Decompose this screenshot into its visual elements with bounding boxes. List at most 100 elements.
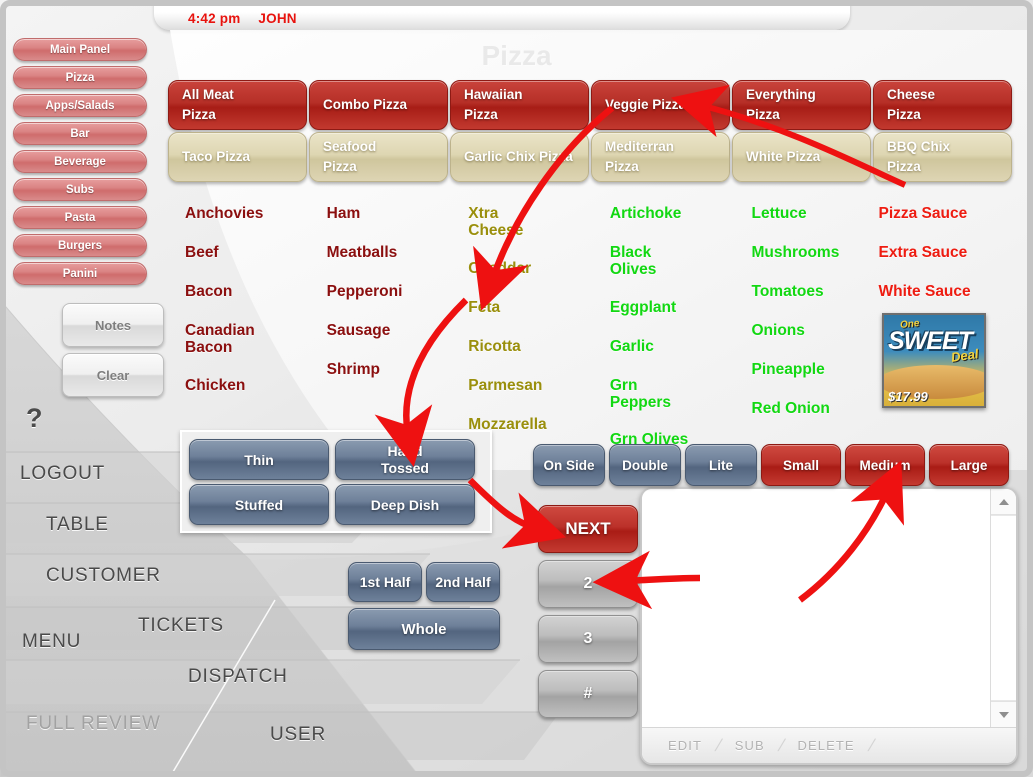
nav-item-full-review[interactable]: FULL REVIEW: [26, 713, 161, 735]
nav-item-dispatch[interactable]: DISPATCH: [188, 666, 288, 688]
order-action-sub[interactable]: SUB: [721, 738, 779, 753]
topping-artichoke[interactable]: Artichoke: [610, 205, 752, 224]
pizza-button-line2: Pizza: [746, 107, 780, 122]
topping-tomatoes[interactable]: Tomatoes: [752, 283, 879, 302]
quantity-button-hash[interactable]: #: [538, 670, 638, 718]
pizza-type-grid: All Meat Pizza Combo Pizza Hawaiian Pizz…: [168, 80, 1012, 184]
pizza-button-line1: Cheese: [887, 87, 936, 103]
crust-button-stuffed[interactable]: Stuffed: [189, 484, 329, 525]
crust-option-panel: Thin Hand Tossed Stuffed Deep Dish: [180, 430, 492, 533]
help-question-icon[interactable]: ?: [26, 403, 43, 434]
sidebar-item-pizza[interactable]: Pizza: [13, 66, 147, 89]
topping-canadian-bacon[interactable]: Canadian Bacon: [185, 322, 275, 357]
topping-ricotta[interactable]: Ricotta: [468, 338, 610, 357]
order-action-edit[interactable]: EDIT: [654, 738, 716, 753]
quantity-button-3[interactable]: 3: [538, 615, 638, 663]
promo-ad-line-deal: Deal: [949, 346, 979, 365]
topping-grn-peppers[interactable]: Grn Peppers: [610, 377, 678, 412]
notes-button[interactable]: Notes: [62, 303, 164, 347]
pizza-button-line1: Seafood: [323, 139, 377, 155]
nav-item-tickets[interactable]: TICKETS: [138, 615, 224, 637]
topping-chicken[interactable]: Chicken: [185, 377, 327, 396]
scrollbar-track[interactable]: [991, 515, 1016, 701]
clear-button[interactable]: Clear: [62, 353, 164, 397]
pizza-button-hawaiian[interactable]: Hawaiian Pizza: [450, 80, 589, 130]
topping-xtra-cheese[interactable]: Xtra Cheese: [468, 205, 538, 240]
scroll-down-icon[interactable]: [991, 701, 1016, 727]
pizza-button-line1: White Pizza: [746, 149, 821, 165]
pizza-button-line2: Pizza: [464, 107, 498, 122]
sidebar-item-panini[interactable]: Panini: [13, 262, 147, 285]
nav-item-customer[interactable]: CUSTOMER: [46, 565, 161, 587]
promo-ad-banner[interactable]: One SWEET Deal $17.99: [882, 313, 986, 408]
sidebar-item-pasta[interactable]: Pasta: [13, 206, 147, 229]
topping-white-sauce[interactable]: White Sauce: [878, 283, 1025, 302]
pizza-button-taco[interactable]: Taco Pizza: [168, 132, 307, 182]
portion-button-1st-half[interactable]: 1st Half: [348, 562, 422, 602]
topping-black-olives[interactable]: Black Olives: [610, 244, 682, 279]
sidebar-item-main-panel[interactable]: Main Panel: [13, 38, 147, 61]
topping-meatballs[interactable]: Meatballs: [327, 244, 469, 263]
sidebar-item-beverage[interactable]: Beverage: [13, 150, 147, 173]
nav-item-user[interactable]: USER: [270, 724, 326, 746]
sidebar-item-bar[interactable]: Bar: [13, 122, 147, 145]
pizza-button-everything[interactable]: Everything Pizza: [732, 80, 871, 130]
portion-button-2nd-half[interactable]: 2nd Half: [426, 562, 500, 602]
topping-ham[interactable]: Ham: [327, 205, 469, 224]
pizza-button-veggie[interactable]: Veggie Pizza: [591, 80, 730, 130]
topping-cheddar[interactable]: Cheddar: [468, 260, 610, 279]
pizza-button-bbq-chix[interactable]: BBQ Chix Pizza: [873, 132, 1012, 182]
topping-mushrooms[interactable]: Mushrooms: [752, 244, 879, 263]
nav-item-logout[interactable]: LOGOUT: [20, 463, 105, 485]
topping-bacon[interactable]: Bacon: [185, 283, 327, 302]
order-item-list[interactable]: [642, 489, 990, 727]
topping-garlic[interactable]: Garlic: [610, 338, 752, 357]
sidebar-item-apps-salads[interactable]: Apps/Salads: [13, 94, 147, 117]
sidebar-item-burgers[interactable]: Burgers: [13, 234, 147, 257]
size-button-medium[interactable]: Medium: [845, 444, 925, 486]
topping-pepperoni[interactable]: Pepperoni: [327, 283, 469, 302]
crust-button-deep-dish[interactable]: Deep Dish: [335, 484, 475, 525]
pizza-button-seafood[interactable]: Seafood Pizza: [309, 132, 448, 182]
crust-button-thin[interactable]: Thin: [189, 439, 329, 480]
crust-button-label: Thin: [244, 451, 274, 468]
promo-ad-price: $17.99: [888, 389, 928, 404]
size-button-small[interactable]: Small: [761, 444, 841, 486]
pizza-button-garlic-chix[interactable]: Garlic Chix Pizza: [450, 132, 589, 182]
topping-lettuce[interactable]: Lettuce: [752, 205, 879, 224]
order-list-scrollbar[interactable]: [990, 489, 1016, 727]
modifier-button-double[interactable]: Double: [609, 444, 681, 486]
size-button-large[interactable]: Large: [929, 444, 1009, 486]
topping-red-onion[interactable]: Red Onion: [752, 400, 879, 419]
order-action-delete[interactable]: DELETE: [784, 738, 869, 753]
quantity-button-2[interactable]: 2: [538, 560, 638, 608]
modifier-button-on-side[interactable]: On Side: [533, 444, 605, 486]
topping-pineapple[interactable]: Pineapple: [752, 361, 879, 380]
topping-eggplant[interactable]: Eggplant: [610, 299, 752, 318]
topping-beef[interactable]: Beef: [185, 244, 327, 263]
modifier-button-lite[interactable]: Lite: [685, 444, 757, 486]
topping-sausage[interactable]: Sausage: [327, 322, 469, 341]
topping-onions[interactable]: Onions: [752, 322, 879, 341]
topping-feta[interactable]: Feta: [468, 299, 610, 318]
crust-button-hand-tossed[interactable]: Hand Tossed: [335, 439, 475, 480]
topping-parmesan[interactable]: Parmesan: [468, 377, 610, 396]
pizza-button-combo[interactable]: Combo Pizza: [309, 80, 448, 130]
nav-item-menu[interactable]: MENU: [22, 631, 81, 653]
topping-anchovies[interactable]: Anchovies: [185, 205, 327, 224]
pizza-button-cheese[interactable]: Cheese Pizza: [873, 80, 1012, 130]
order-action-bar: EDIT / SUB / DELETE /: [642, 727, 1016, 763]
portion-button-whole[interactable]: Whole: [348, 608, 500, 650]
pizza-button-white[interactable]: White Pizza: [732, 132, 871, 182]
scroll-up-icon[interactable]: [991, 489, 1016, 515]
topping-pizza-sauce[interactable]: Pizza Sauce: [878, 205, 1025, 224]
pizza-button-mediterranean[interactable]: Mediterran Pizza: [591, 132, 730, 182]
pizza-button-line1: BBQ Chix: [887, 139, 951, 155]
pizza-button-all-meat[interactable]: All Meat Pizza: [168, 80, 307, 130]
next-button[interactable]: NEXT: [538, 505, 638, 553]
nav-item-table[interactable]: TABLE: [46, 514, 109, 536]
sidebar-item-subs[interactable]: Subs: [13, 178, 147, 201]
topping-extra-sauce[interactable]: Extra Sauce: [878, 244, 1025, 263]
pos-application-window: 4:42 pm JOHN Pizza Main Panel Pizza Apps…: [0, 0, 1033, 777]
topping-shrimp[interactable]: Shrimp: [327, 361, 469, 380]
